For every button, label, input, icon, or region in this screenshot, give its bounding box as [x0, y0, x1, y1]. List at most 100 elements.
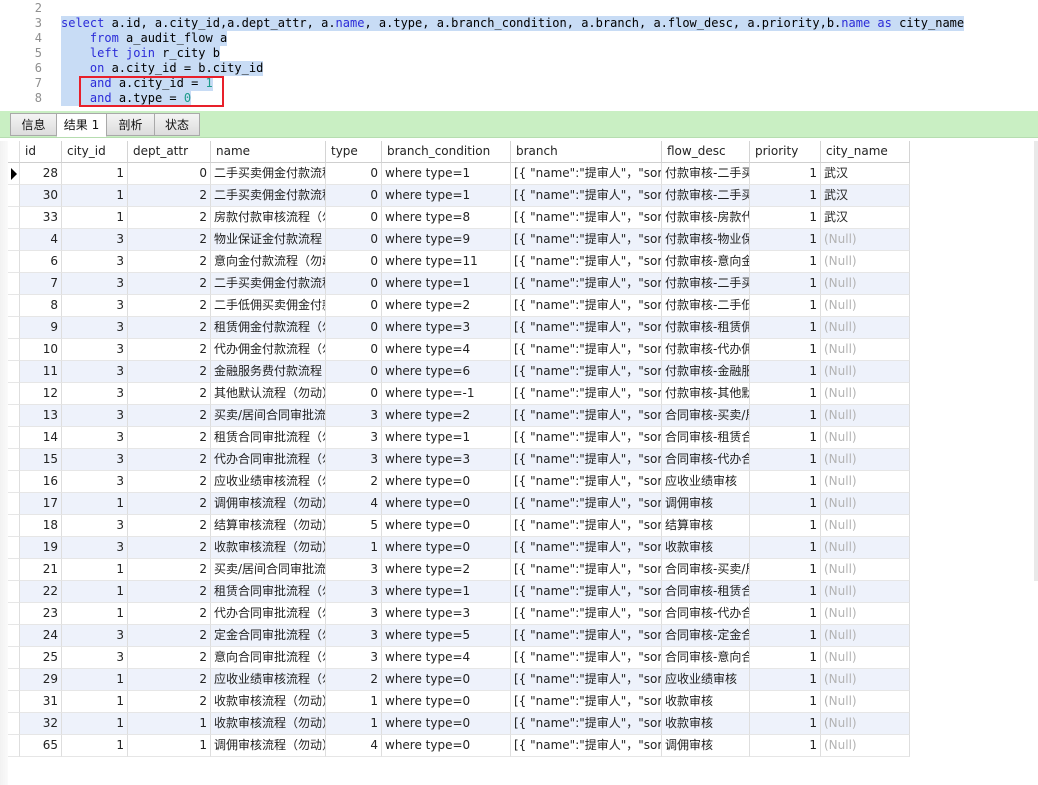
- cell-priority[interactable]: 1: [750, 647, 821, 669]
- cell-name[interactable]: 收款审核流程（勿动）: [211, 691, 326, 713]
- cell-id[interactable]: 32: [20, 713, 62, 735]
- row-indicator[interactable]: [8, 691, 20, 713]
- cell-city-name[interactable]: (Null): [821, 581, 910, 603]
- cell-name[interactable]: 代办合同审批流程（勿动）: [211, 449, 326, 471]
- cell-branch-condition[interactable]: where type=4: [382, 647, 511, 669]
- cell-flow-desc[interactable]: 合同审核-买卖/居间: [662, 405, 750, 427]
- cell-city-name[interactable]: (Null): [821, 339, 910, 361]
- cell-priority[interactable]: 1: [750, 735, 821, 757]
- row-indicator[interactable]: [8, 383, 20, 405]
- cell-flow-desc[interactable]: 付款审核-二手低佣: [662, 295, 750, 317]
- cell-city-name[interactable]: (Null): [821, 691, 910, 713]
- cell-priority[interactable]: 1: [750, 669, 821, 691]
- cell-city-id[interactable]: 1: [62, 713, 128, 735]
- cell-dept-attr[interactable]: 2: [128, 427, 211, 449]
- cell-dept-attr[interactable]: 2: [128, 405, 211, 427]
- table-row[interactable]: 7 3 2 二手买卖佣金付款流程 0 where type=1 [{ "name":"提审…: [8, 273, 910, 295]
- cell-city-id[interactable]: 3: [62, 625, 128, 647]
- cell-name[interactable]: 应收业绩审核流程（勿动）: [211, 471, 326, 493]
- cell-city-id[interactable]: 3: [62, 383, 128, 405]
- cell-city-id[interactable]: 1: [62, 493, 128, 515]
- cell-name[interactable]: 二手买卖佣金付款流程: [211, 273, 326, 295]
- cell-dept-attr[interactable]: 2: [128, 449, 211, 471]
- cell-city-id[interactable]: 1: [62, 207, 128, 229]
- cell-city-name[interactable]: (Null): [821, 537, 910, 559]
- cell-type[interactable]: 0: [326, 163, 382, 185]
- cell-id[interactable]: 13: [20, 405, 62, 427]
- row-indicator[interactable]: [8, 405, 20, 427]
- cell-priority[interactable]: 1: [750, 317, 821, 339]
- cell-city-name[interactable]: (Null): [821, 273, 910, 295]
- cell-type[interactable]: 3: [326, 405, 382, 427]
- cell-city-name[interactable]: (Null): [821, 515, 910, 537]
- cell-id[interactable]: 16: [20, 471, 62, 493]
- cell-flow-desc[interactable]: 付款审核-代办佣金: [662, 339, 750, 361]
- cell-name[interactable]: 代办佣金付款流程（勿动）: [211, 339, 326, 361]
- cell-dept-attr[interactable]: 2: [128, 537, 211, 559]
- code-line[interactable]: 6 on a.city_id = b.city_id: [0, 61, 1038, 76]
- cell-name[interactable]: 二手低佣买卖佣金付款流程: [211, 295, 326, 317]
- table-row[interactable]: 1032代办佣金付款流程（勿动）0where type=4 [{ "name":…: [8, 339, 910, 361]
- code-text[interactable]: from a_audit_flow a: [61, 31, 228, 46]
- vertical-scrollbar[interactable]: [1034, 141, 1038, 581]
- cell-dept-attr[interactable]: 2: [128, 251, 211, 273]
- cell-flow-desc[interactable]: 付款审核-房款代付: [662, 207, 750, 229]
- cell-flow-desc[interactable]: 付款审核-金融服务费: [662, 361, 750, 383]
- cell-dept-attr[interactable]: 2: [128, 691, 211, 713]
- cell-dept-attr[interactable]: 2: [128, 515, 211, 537]
- cell-id[interactable]: 4: [20, 229, 62, 251]
- cell-name[interactable]: 买卖/居间合同审批流程: [211, 405, 326, 427]
- cell-priority[interactable]: 1: [750, 207, 821, 229]
- cell-city-name[interactable]: (Null): [821, 383, 910, 405]
- cell-branch-condition[interactable]: where type=6: [382, 361, 511, 383]
- cell-id[interactable]: 9: [20, 317, 62, 339]
- column-header-dept-attr[interactable]: dept_attr: [128, 141, 211, 163]
- table-row[interactable]: 13 3 2 买卖/居间合同审批流程 3 where type=2 [{ "name":"…: [8, 405, 910, 427]
- row-indicator[interactable]: [8, 735, 20, 757]
- cell-branch[interactable]: [{ "name":"提审人"，"sort": [511, 449, 662, 471]
- cell-priority[interactable]: 1: [750, 427, 821, 449]
- cell-branch-condition[interactable]: where type=0: [382, 669, 511, 691]
- cell-city-id[interactable]: 1: [62, 735, 128, 757]
- cell-name[interactable]: 二手买卖佣金付款流程: [211, 163, 326, 185]
- cell-id[interactable]: 14: [20, 427, 62, 449]
- cell-type[interactable]: 3: [326, 559, 382, 581]
- cell-type[interactable]: 3: [326, 625, 382, 647]
- table-row[interactable]: 932租赁佣金付款流程（勿动）0where type=3 [{ "name":"…: [8, 317, 910, 339]
- code-line[interactable]: 2: [0, 1, 1038, 16]
- cell-flow-desc[interactable]: 合同审核-租赁合同: [662, 427, 750, 449]
- cell-name[interactable]: 买卖/居间合同审批流程: [211, 559, 326, 581]
- cell-branch-condition[interactable]: where type=9: [382, 229, 511, 251]
- cell-branch[interactable]: [{ "name":"提审人"，"sort": [511, 207, 662, 229]
- code-text[interactable]: left join r_city b: [61, 46, 220, 61]
- cell-flow-desc[interactable]: 合同审核-意向合同: [662, 647, 750, 669]
- row-indicator[interactable]: [8, 141, 20, 163]
- column-header-name[interactable]: name: [211, 141, 326, 163]
- cell-id[interactable]: 28: [20, 163, 62, 185]
- cell-city-id[interactable]: 1: [62, 603, 128, 625]
- cell-id[interactable]: 23: [20, 603, 62, 625]
- cell-city-name[interactable]: (Null): [821, 405, 910, 427]
- cell-city-id[interactable]: 3: [62, 427, 128, 449]
- column-header-id[interactable]: id: [20, 141, 62, 163]
- cell-dept-attr[interactable]: 2: [128, 647, 211, 669]
- cell-type[interactable]: 0: [326, 229, 382, 251]
- cell-priority[interactable]: 1: [750, 515, 821, 537]
- cell-name[interactable]: 意向合同审批流程（勿动）: [211, 647, 326, 669]
- row-indicator[interactable]: [8, 317, 20, 339]
- row-indicator[interactable]: [8, 295, 20, 317]
- cell-city-name[interactable]: (Null): [821, 471, 910, 493]
- cell-branch[interactable]: [{ "name":"提审人"，"sort": [511, 427, 662, 449]
- cell-dept-attr[interactable]: 0: [128, 163, 211, 185]
- cell-type[interactable]: 4: [326, 493, 382, 515]
- table-row[interactable]: 19 3 2 收款审核流程（勿动） 1 where type=0 [{ "name":"提…: [8, 537, 910, 559]
- row-indicator[interactable]: [8, 647, 20, 669]
- row-indicator[interactable]: [8, 449, 20, 471]
- cell-name[interactable]: 调佣审核流程（勿动）: [211, 735, 326, 757]
- cell-flow-desc[interactable]: 付款审核-二手买卖: [662, 185, 750, 207]
- cell-id[interactable]: 12: [20, 383, 62, 405]
- cell-branch-condition[interactable]: where type=0: [382, 493, 511, 515]
- table-row[interactable]: 30 1 2 二手买卖佣金付款流程 0 where type=1 [{ "name":"提…: [8, 185, 910, 207]
- cell-city-name[interactable]: (Null): [821, 735, 910, 757]
- cell-branch-condition[interactable]: where type=0: [382, 537, 511, 559]
